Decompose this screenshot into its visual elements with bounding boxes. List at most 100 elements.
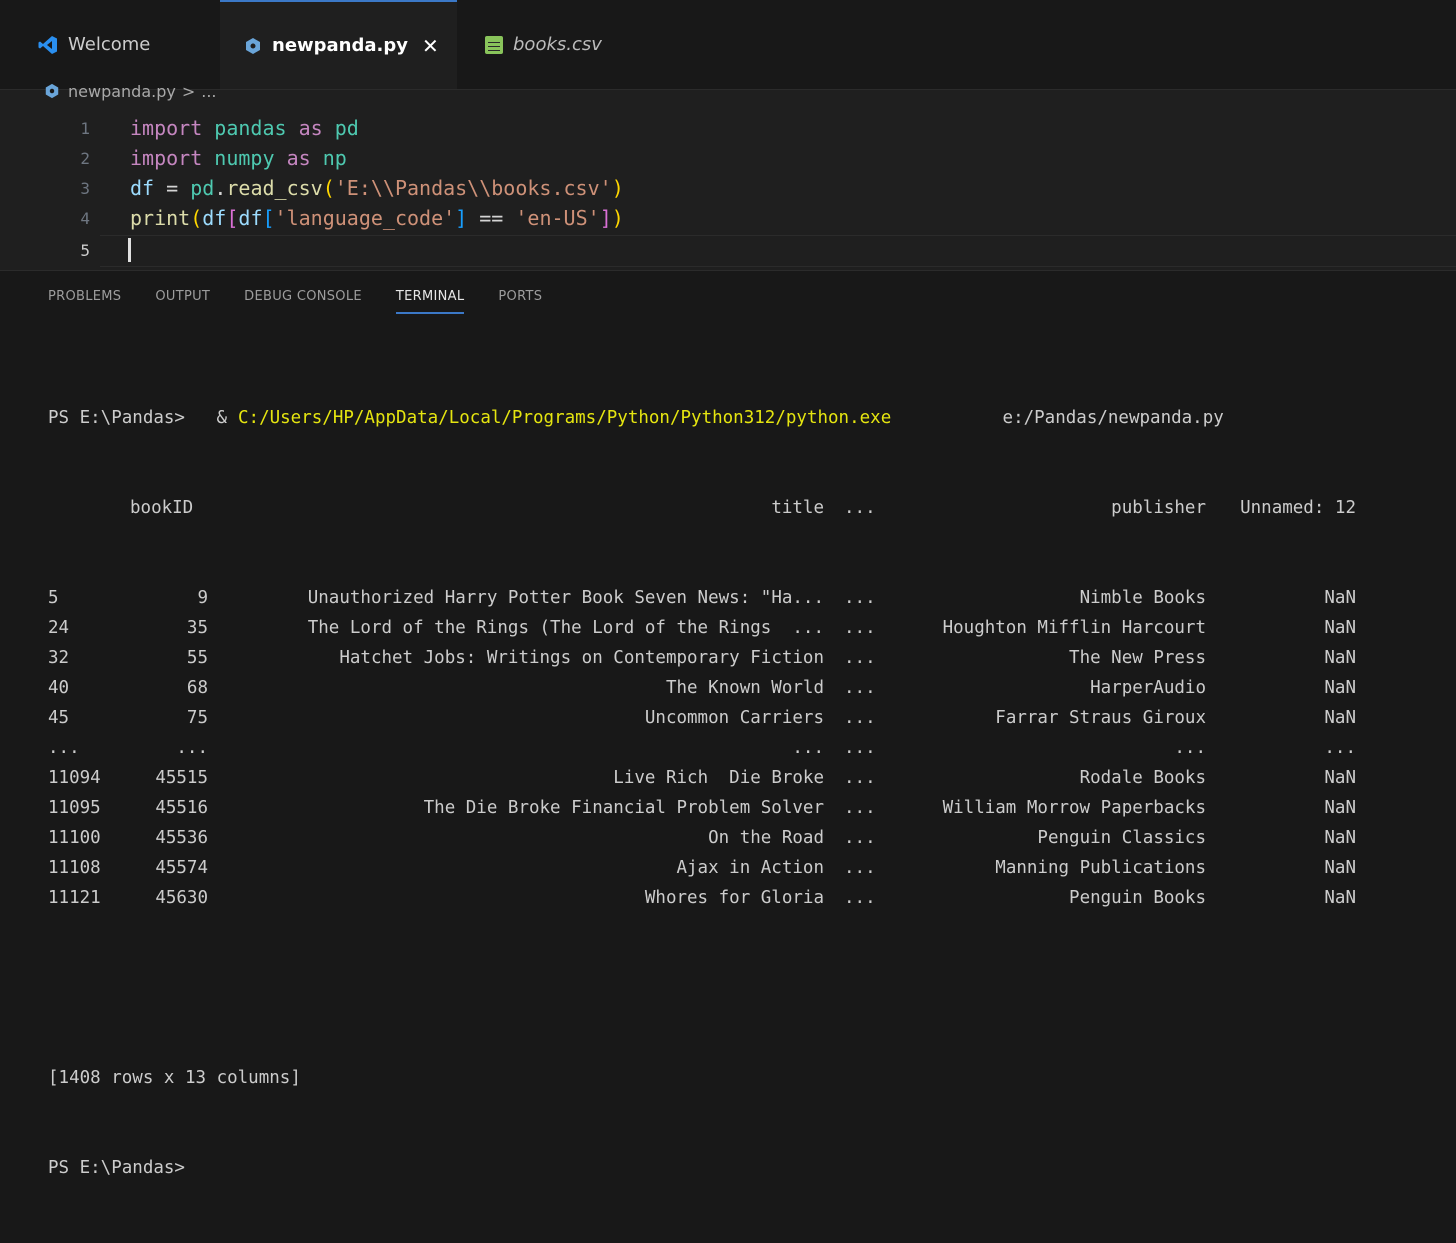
- cell-ellipsis: ...: [844, 888, 876, 908]
- cell-publisher: HarperAudio: [1090, 678, 1206, 698]
- tab-ports[interactable]: PORTS: [498, 289, 542, 314]
- dataframe-row: 45 75 Uncommon Carriers... Farrar Straus Gi…: [48, 703, 1408, 733]
- row-index: 40: [48, 678, 70, 698]
- cell-publisher: Manning Publications: [995, 858, 1206, 878]
- column-header: bookID: [130, 498, 194, 518]
- column-header: ...: [844, 498, 876, 518]
- cell-title: Live Rich Die Broke: [613, 768, 824, 788]
- text-cursor: [128, 238, 131, 262]
- cell-title: Hatchet Jobs: Writings on Contemporary F…: [339, 648, 824, 668]
- row-index: 11108: [48, 858, 101, 878]
- cell-bookid: 75: [186, 708, 208, 728]
- cell-unnamed: NaN: [1324, 798, 1356, 818]
- tab-output[interactable]: OUTPUT: [155, 289, 210, 314]
- cell-title: Unauthorized Harry Potter Book Seven New…: [307, 588, 824, 608]
- cell-bookid: ...: [176, 738, 208, 758]
- tab-problems[interactable]: PROBLEMS: [48, 289, 121, 314]
- cell-unnamed: NaN: [1324, 678, 1356, 698]
- cell-bookid: 9: [197, 588, 208, 608]
- row-index: 11094: [48, 768, 101, 788]
- cell-title: ...: [792, 738, 824, 758]
- cell-unnamed: ...: [1324, 738, 1356, 758]
- terminal-output[interactable]: PS E:\Pandas> & C:/Users/HP/AppData/Loca…: [48, 343, 1408, 1243]
- terminal-prompt: PS E:\Pandas>: [48, 408, 185, 428]
- code-line: 2 import numpy as np: [0, 143, 1456, 173]
- dataframe-row: 32 55 Hatchet Jobs: Writings on Contempora…: [48, 643, 1408, 673]
- tab-books-csv[interactable]: books.csv: [463, 0, 663, 89]
- tab-welcome[interactable]: Welcome: [0, 0, 214, 89]
- python-executable-path: C:/Users/HP/AppData/Local/Programs/Pytho…: [238, 408, 892, 428]
- cell-title: The Lord of the Rings (The Lord of the R…: [307, 618, 824, 638]
- line-number: 5: [80, 240, 90, 260]
- csv-file-icon: [485, 35, 503, 54]
- cell-publisher: William Morrow Paperbacks: [942, 798, 1206, 818]
- breadcrumb-file[interactable]: newpanda.py: [68, 82, 176, 101]
- tab-debug-console[interactable]: DEBUG CONSOLE: [244, 289, 362, 314]
- cell-ellipsis: ...: [844, 678, 876, 698]
- editor-tab-bar: Welcome newpanda.py ✕ books.csv: [0, 0, 1456, 90]
- dataframe-row: 11094 45515 Live Rich Die Broke... Rodale B…: [48, 763, 1408, 793]
- row-index: 5: [48, 588, 59, 608]
- close-icon[interactable]: ✕: [422, 34, 439, 58]
- code-text: import numpy as np: [130, 146, 347, 170]
- cell-unnamed: NaN: [1324, 648, 1356, 668]
- code-line: 5: [0, 235, 1456, 265]
- code-text: import pandas as pd: [130, 116, 359, 140]
- tab-label: newpanda.py: [272, 35, 408, 56]
- cell-unnamed: NaN: [1324, 618, 1356, 638]
- cell-title: Ajax in Action: [676, 858, 824, 878]
- terminal-command-line: PS E:\Pandas> & C:/Users/HP/AppData/Loca…: [48, 403, 1408, 433]
- cell-publisher: Penguin Books: [1069, 888, 1206, 908]
- code-text: print(df[df['language_code'] == 'en-US']…: [130, 206, 624, 230]
- dataframe-summary: [1408 rows x 13 columns]: [48, 1068, 301, 1088]
- code-line: 4 print(df[df['language_code'] == 'en-US…: [0, 203, 1456, 233]
- row-index: 11121: [48, 888, 101, 908]
- cell-title: Whores for Gloria: [644, 888, 824, 908]
- dataframe-row: 11108 45574 Ajax in Action... Manning Publi…: [48, 853, 1408, 883]
- tab-label: Welcome: [68, 34, 151, 55]
- row-index: 45: [48, 708, 70, 728]
- cell-bookid: 35: [186, 618, 208, 638]
- column-header: title: [771, 498, 824, 518]
- cell-ellipsis: ...: [844, 708, 876, 728]
- cell-ellipsis: ...: [844, 588, 876, 608]
- call-operator: &: [206, 408, 238, 428]
- cell-bookid: 45574: [155, 858, 208, 878]
- line-number: 4: [80, 208, 90, 228]
- code-line: 1 import pandas as pd: [0, 113, 1456, 143]
- cell-ellipsis: ...: [844, 768, 876, 788]
- cell-ellipsis: ...: [844, 858, 876, 878]
- cell-publisher: Penguin Classics: [1037, 828, 1206, 848]
- cell-publisher: The New Press: [1069, 648, 1206, 668]
- row-index: ...: [48, 738, 80, 758]
- cell-unnamed: NaN: [1324, 708, 1356, 728]
- cell-publisher: Rodale Books: [1079, 768, 1206, 788]
- cell-title: On the Road: [708, 828, 824, 848]
- cell-title: Uncommon Carriers: [644, 708, 824, 728]
- code-editor[interactable]: 1 import pandas as pd 2 import numpy as …: [0, 108, 1456, 270]
- code-text: df = pd.read_csv('E:\\Pandas\\books.csv'…: [130, 176, 624, 200]
- dataframe-row: 11100 45536 On the Road... Penguin Classics…: [48, 823, 1408, 853]
- cell-title: The Die Broke Financial Problem Solver: [423, 798, 824, 818]
- cell-ellipsis: ...: [844, 828, 876, 848]
- panel-tabs: PROBLEMS OUTPUT DEBUG CONSOLE TERMINAL P…: [48, 289, 576, 314]
- tab-terminal[interactable]: TERMINAL: [395, 289, 465, 314]
- bottom-panel: PROBLEMS OUTPUT DEBUG CONSOLE TERMINAL P…: [0, 270, 1456, 1178]
- cell-unnamed: NaN: [1324, 588, 1356, 608]
- cell-unnamed: NaN: [1324, 768, 1356, 788]
- cell-bookid: 45516: [155, 798, 208, 818]
- cell-bookid: 45515: [155, 768, 208, 788]
- line-number: 1: [80, 118, 90, 138]
- cell-ellipsis: ...: [844, 738, 876, 758]
- terminal-prompt: PS E:\Pandas>: [48, 1158, 185, 1178]
- breadcrumb-symbols[interactable]: ...: [201, 82, 216, 101]
- dataframe-row: 40 68 The Known World... HarperAudio NaN: [48, 673, 1408, 703]
- python-file-icon: [244, 37, 262, 55]
- cell-publisher: Houghton Mifflin Harcourt: [942, 618, 1206, 638]
- cell-bookid: 45630: [155, 888, 208, 908]
- column-header: Unnamed: 12: [1240, 498, 1356, 518]
- dataframe-row: 24 35 The Lord of the Rings (The Lord of t…: [48, 613, 1408, 643]
- tab-newpanda-py[interactable]: newpanda.py ✕: [220, 0, 457, 89]
- vscode-window: Welcome newpanda.py ✕ books.csv newpanda…: [0, 0, 1456, 1178]
- row-index: 24: [48, 618, 70, 638]
